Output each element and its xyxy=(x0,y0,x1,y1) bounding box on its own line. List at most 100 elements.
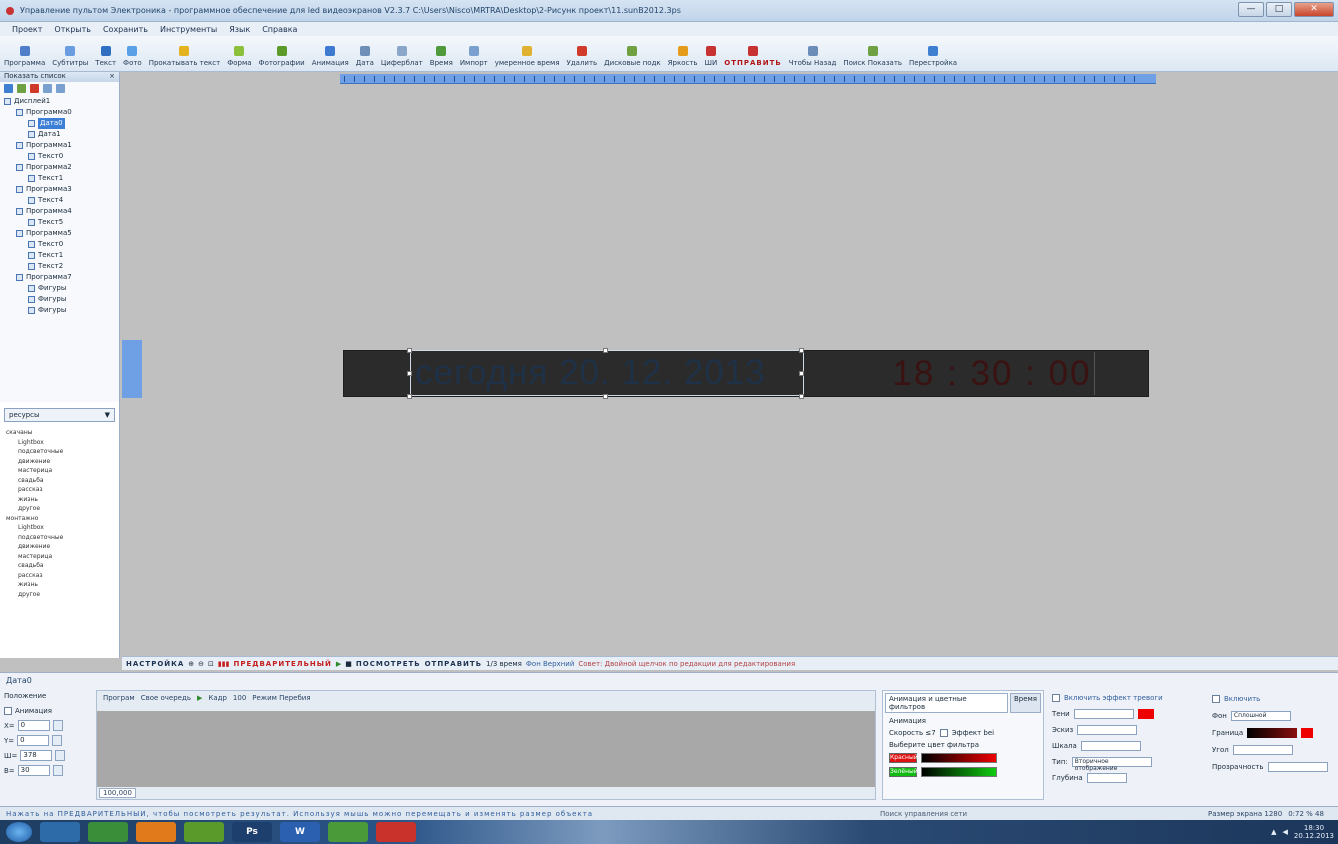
tree-item[interactable]: Дата0 xyxy=(4,118,119,129)
toolbar-button[interactable]: ШИ xyxy=(705,37,717,67)
property-input[interactable]: 0 xyxy=(17,735,50,746)
red-gradient[interactable] xyxy=(921,753,997,763)
speed-label[interactable]: Скорость ≤7 xyxy=(889,729,936,737)
tree-item[interactable]: Программа2 xyxy=(4,162,119,173)
tree-item[interactable]: Программа1 xyxy=(4,140,119,151)
effects-item[interactable]: свадьба xyxy=(6,561,119,571)
spinner-icon[interactable] xyxy=(52,765,63,776)
effects-item[interactable]: мастерица xyxy=(6,466,119,476)
border-color-swatch[interactable] xyxy=(1301,727,1314,738)
tree-item[interactable]: Текст1 xyxy=(4,250,119,261)
timeline-frame[interactable]: Кадр xyxy=(208,694,227,702)
toolbar-button[interactable]: Яркость xyxy=(668,37,698,67)
stop-icon[interactable]: ■ xyxy=(345,660,352,668)
bg-enable-checkbox[interactable] xyxy=(1212,694,1220,703)
tree-item[interactable]: Текст0 xyxy=(4,151,119,162)
resource-dropdown[interactable]: ресурсы ▼ xyxy=(4,408,115,422)
menu-project[interactable]: Проект xyxy=(12,25,42,34)
effects-item[interactable]: движение xyxy=(6,542,119,552)
timeline-order[interactable]: Свое очередь xyxy=(141,694,191,702)
date-object[interactable]: сегодня 20. 12. 2013 xyxy=(410,350,804,396)
taskbar-app7[interactable] xyxy=(328,822,368,842)
settings-label[interactable]: НАСТРОЙКА xyxy=(126,660,184,668)
shadow-type-select[interactable]: Вторичное отображение xyxy=(1071,757,1152,772)
play-icon[interactable]: ▶ xyxy=(336,660,341,668)
timeline-track[interactable] xyxy=(97,711,875,787)
tree-item[interactable]: Текст1 xyxy=(4,173,119,184)
tab-animation[interactable]: Анимация и цветные фильтров xyxy=(885,693,1008,713)
tree-item[interactable]: Текст0 xyxy=(4,239,119,250)
timeline-program[interactable]: Програм xyxy=(103,694,135,702)
tree-item[interactable]: Текст5 xyxy=(4,217,119,228)
close-button[interactable]: ✕ xyxy=(1294,2,1334,17)
toolbar-button[interactable]: Время xyxy=(430,37,453,67)
shadow-color-swatch[interactable] xyxy=(1137,709,1154,719)
toolbar-button[interactable]: Импорт xyxy=(460,37,488,67)
timeline-duration[interactable]: 100,000 xyxy=(99,788,136,798)
network-icon[interactable]: ▲ xyxy=(1271,828,1276,836)
shadow-field[interactable] xyxy=(1073,709,1134,719)
resize-handle[interactable] xyxy=(603,348,608,353)
tree-item[interactable]: Фигуры xyxy=(4,283,119,294)
menu-open[interactable]: Открыть xyxy=(54,25,91,34)
tree-item[interactable]: Программа4 xyxy=(4,206,119,217)
toolbar-button[interactable]: Прокатывать текст xyxy=(149,37,220,67)
effects-item[interactable]: мастерица xyxy=(6,552,119,562)
property-input[interactable]: 378 xyxy=(20,750,53,761)
effects-item[interactable]: рассказ xyxy=(6,485,119,495)
tree-item[interactable]: Фигуры xyxy=(4,305,119,316)
maximize-button[interactable]: □ xyxy=(1266,2,1292,17)
fit-icon[interactable]: ⊡ xyxy=(208,660,214,668)
clock[interactable]: 18:30 20.12.2013 xyxy=(1294,824,1334,840)
zoom-in-icon[interactable]: ⊕ xyxy=(188,660,194,668)
menu-language[interactable]: Язык xyxy=(229,25,250,34)
resize-handle[interactable] xyxy=(799,394,804,399)
effects-group[interactable]: монтажно xyxy=(6,514,119,524)
taskbar-browser[interactable] xyxy=(136,822,176,842)
toolbar-button[interactable]: Перестройка xyxy=(909,37,957,67)
align-icon[interactable]: ▮▮▮ xyxy=(218,660,230,668)
scale-field[interactable] xyxy=(1080,741,1141,751)
menu-tools[interactable]: Инструменты xyxy=(160,25,217,34)
corner-select[interactable] xyxy=(1232,744,1293,755)
effects-item[interactable]: жизнь xyxy=(6,495,119,505)
move-up-icon[interactable] xyxy=(43,84,52,93)
resize-handle[interactable] xyxy=(799,371,804,376)
pin-icon[interactable]: × xyxy=(109,72,115,82)
property-input[interactable]: 0 xyxy=(17,720,50,731)
menu-help[interactable]: Справка xyxy=(262,25,297,34)
resize-handle[interactable] xyxy=(407,348,412,353)
background-toggle[interactable]: Фон Верхний xyxy=(526,660,574,668)
toolbar-button[interactable]: Удалить xyxy=(567,37,597,67)
effect-checkbox[interactable] xyxy=(939,729,948,737)
resize-handle[interactable] xyxy=(603,394,608,399)
effects-item[interactable]: другое xyxy=(6,590,119,600)
color-swatch-green[interactable]: Зелёный xyxy=(889,767,918,777)
toolbar-button[interactable]: Циферблат xyxy=(381,37,423,67)
toolbar-button[interactable]: Дата xyxy=(356,37,374,67)
bg-select[interactable]: Сплошной xyxy=(1230,710,1291,721)
taskbar-app4[interactable] xyxy=(184,822,224,842)
spinner-icon[interactable] xyxy=(52,720,63,731)
effects-item[interactable]: другое xyxy=(6,504,119,514)
property-input[interactable]: 30 xyxy=(17,765,50,776)
toolbar-button[interactable]: Фотографии xyxy=(259,37,305,67)
toolbar-button[interactable]: Анимация xyxy=(312,37,349,67)
tree-item[interactable]: Фигуры xyxy=(4,294,119,305)
spinner-icon[interactable] xyxy=(52,735,63,746)
tree-item[interactable]: Программа5 xyxy=(4,228,119,239)
tree-item[interactable]: Дисплей1 xyxy=(4,96,119,107)
send-button[interactable]: ОТПРАВИТЬ xyxy=(425,660,482,668)
clock-object[interactable]: 18 : 30 : 00 xyxy=(892,352,1092,395)
toolbar-button[interactable]: Дисковые подк xyxy=(604,37,661,67)
toolbar-button[interactable]: Чтобы Назад xyxy=(789,37,836,67)
minimize-button[interactable]: — xyxy=(1238,2,1264,17)
spinner-icon[interactable] xyxy=(55,750,66,761)
toolbar-button[interactable]: умеренное время xyxy=(495,37,560,67)
effects-item[interactable]: подсветочные xyxy=(6,447,119,457)
resize-handle[interactable] xyxy=(799,348,804,353)
effects-item[interactable]: движение xyxy=(6,457,119,467)
timeline-play-icon[interactable]: ▶ xyxy=(197,694,202,702)
toolbar-button[interactable]: Субтитры xyxy=(52,37,88,67)
taskbar-app8[interactable] xyxy=(376,822,416,842)
